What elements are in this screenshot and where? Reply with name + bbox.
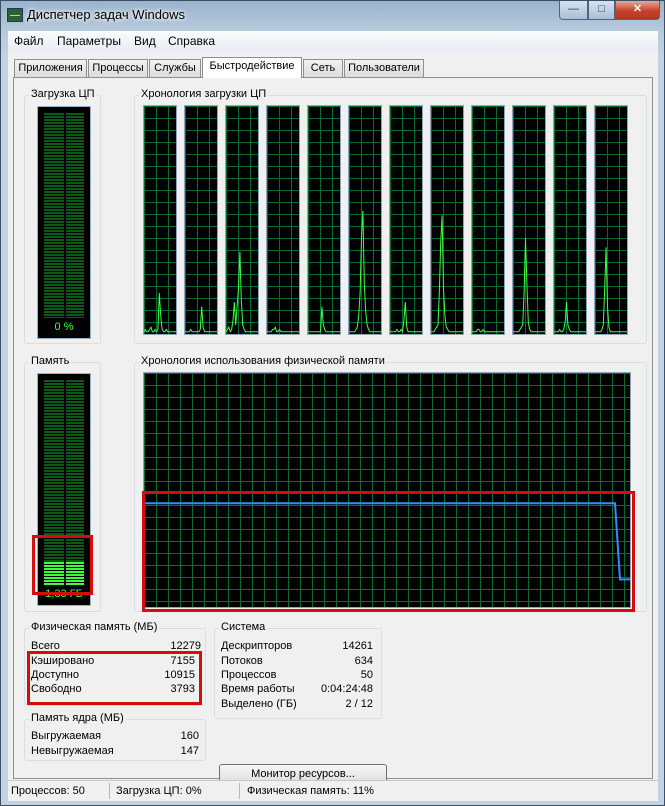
cpu-core-graph	[389, 105, 423, 335]
kernel-paged-value: 160	[180, 730, 199, 742]
tab-applications[interactable]: Приложения	[14, 59, 87, 77]
menu-file[interactable]: Файл	[14, 34, 44, 48]
kernel-paged-label: Выгружаемая	[31, 730, 102, 742]
client-area: Файл Параметры Вид Справка Приложения Пр…	[8, 31, 658, 801]
cpu-core-history-line	[185, 306, 217, 333]
cpu-core-graph	[348, 105, 382, 335]
close-button[interactable]: ✕	[615, 1, 660, 20]
system-commit-value: 2 / 12	[345, 698, 373, 710]
cpu-core-graph	[512, 105, 546, 335]
status-memory: Физическая память: 11%	[247, 785, 374, 797]
kernel-memory-title: Память ядра (МБ)	[29, 712, 126, 724]
cpu-history-label: Хронология загрузки ЦП	[139, 88, 269, 100]
memory-usage-label: Память	[29, 355, 72, 367]
system-processes-label: Процессов	[221, 669, 277, 681]
cpu-core-history-line	[513, 238, 545, 333]
system-processes-value: 50	[360, 669, 373, 681]
cpu-core-graph	[471, 105, 505, 335]
tab-users[interactable]: Пользователи	[344, 59, 424, 77]
cpu-core-graph	[553, 105, 587, 335]
task-manager-icon	[7, 8, 23, 22]
cpu-core-history-line	[144, 292, 176, 333]
menu-options[interactable]: Параметры	[57, 34, 121, 48]
tab-performance[interactable]: Быстродействие	[202, 57, 302, 78]
cpu-history-group: Хронология загрузки ЦП	[134, 88, 647, 344]
status-processes: Процессов: 50	[11, 785, 85, 797]
cpu-core-graph	[430, 105, 464, 335]
window-title: Диспетчер задач Windows	[27, 7, 186, 22]
system-handles-label: Дескрипторов	[221, 640, 293, 652]
cpu-core-history-line	[431, 215, 463, 333]
status-bar: Процессов: 50 Загрузка ЦП: 0% Физическая…	[8, 780, 658, 801]
system-uptime-label: Время работы	[221, 683, 295, 695]
tab-network[interactable]: Сеть	[303, 59, 343, 77]
maximize-button[interactable]: □	[588, 1, 615, 20]
system-group: Система Дескрипторов 14261 Потоков 634 П…	[214, 621, 382, 719]
system-handles-value: 14261	[342, 640, 373, 652]
memory-history-label: Хронология использования физической памя…	[139, 355, 387, 367]
menu-view[interactable]: Вид	[134, 34, 156, 48]
cpu-core-history-line	[595, 247, 627, 333]
cpu-usage-value: 0 %	[54, 321, 74, 333]
system-commit-label: Выделено (ГБ)	[221, 698, 297, 710]
cpu-usage-group: Загрузка ЦП 0 %	[24, 88, 101, 344]
cpu-core-graph	[225, 105, 259, 335]
cpu-core-history-line	[554, 302, 586, 333]
memory-history-highlight	[142, 491, 635, 612]
system-title: Система	[219, 621, 268, 633]
status-separator	[109, 783, 110, 799]
performance-panel: Загрузка ЦП 0 % Хронология загрузки ЦП П…	[13, 77, 653, 786]
physical-memory-highlight	[27, 651, 202, 705]
physical-memory-title: Физическая память (МБ)	[29, 621, 160, 633]
tab-services[interactable]: Службы	[149, 59, 201, 77]
cpu-core-graph	[184, 105, 218, 335]
cpu-core-graph	[266, 105, 300, 335]
cpu-core-history-line	[349, 210, 381, 333]
cpu-core-history-line	[390, 302, 422, 334]
menu-help[interactable]: Справка	[168, 34, 215, 48]
physical-memory-group: Физическая память (МБ) Всего 12279 Кэшир…	[24, 621, 206, 706]
system-uptime-value: 0:04:24:48	[321, 683, 373, 695]
cpu-core-history-line	[308, 306, 340, 333]
tab-processes[interactable]: Процессы	[88, 59, 148, 77]
cpu-core-graph	[594, 105, 628, 335]
menu-bar: Файл Параметры Вид Справка	[8, 31, 658, 51]
cpu-core-history-line	[226, 251, 258, 333]
cpu-meter-empty-bars	[44, 113, 84, 318]
system-threads-value: 634	[354, 655, 373, 667]
cpu-core-graph	[143, 105, 177, 335]
memory-usage-group: Память 1,33 ГБ	[24, 355, 101, 612]
title-bar[interactable]: Диспетчер задач Windows — □ ✕	[1, 1, 664, 29]
minimize-button[interactable]: —	[559, 1, 588, 20]
memory-meter-highlight	[32, 535, 93, 595]
kernel-memory-group: Память ядра (МБ) Выгружаемая 160 Невыгру…	[24, 712, 206, 761]
task-manager-window: Диспетчер задач Windows — □ ✕ Файл Парам…	[0, 0, 665, 806]
status-cpu: Загрузка ЦП: 0%	[116, 785, 202, 797]
kernel-nonpaged-value: 147	[180, 745, 199, 757]
cpu-core-history-line	[472, 328, 504, 333]
cpu-core-history-line	[267, 325, 299, 333]
cpu-usage-label: Загрузка ЦП	[29, 88, 97, 100]
memory-history-group: Хронология использования физической памя…	[134, 355, 647, 612]
status-separator	[239, 783, 240, 799]
kernel-nonpaged-label: Невыгружаемая	[31, 745, 114, 757]
cpu-core-graph	[307, 105, 341, 335]
system-threads-label: Потоков	[221, 655, 263, 667]
cpu-usage-meter: 0 %	[37, 106, 91, 339]
